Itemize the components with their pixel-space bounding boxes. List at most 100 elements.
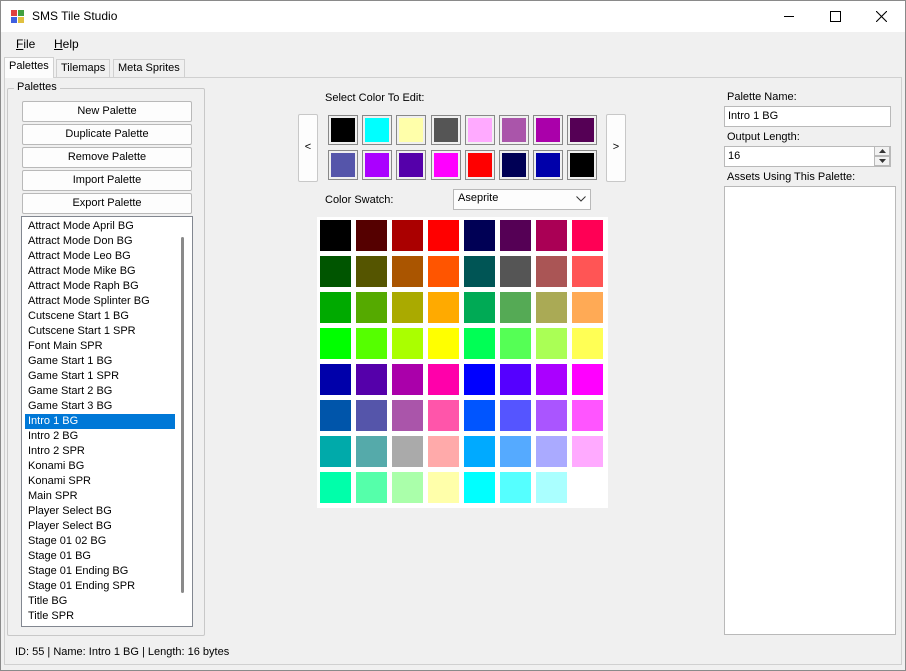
swatch-color-cell[interactable] bbox=[392, 220, 423, 251]
tab-tilemaps[interactable]: Tilemaps bbox=[56, 59, 111, 77]
edit-color-swatch[interactable] bbox=[567, 150, 598, 180]
swatch-color-cell[interactable] bbox=[464, 364, 495, 395]
swatch-color-cell[interactable] bbox=[392, 328, 423, 359]
edit-color-swatch[interactable] bbox=[430, 150, 461, 180]
title-bar[interactable]: SMS Tile Studio bbox=[1, 1, 905, 32]
swatch-color-cell[interactable] bbox=[392, 400, 423, 431]
remove-palette-button[interactable]: Remove Palette bbox=[22, 147, 192, 168]
swatch-color-cell[interactable] bbox=[500, 328, 531, 359]
swatch-color-cell[interactable] bbox=[428, 256, 459, 287]
swatch-color-cell[interactable] bbox=[428, 436, 459, 467]
palette-list-item[interactable]: Cutscene Start 1 SPR bbox=[25, 324, 175, 339]
swatch-color-cell[interactable] bbox=[572, 472, 603, 503]
edit-color-swatch[interactable] bbox=[430, 115, 461, 145]
swatch-color-cell[interactable] bbox=[320, 328, 351, 359]
edit-color-swatch[interactable] bbox=[499, 150, 529, 180]
palette-list-item[interactable]: Attract Mode April BG bbox=[25, 219, 175, 234]
swatch-color-cell[interactable] bbox=[500, 364, 531, 395]
palette-list-item[interactable]: Stage 01 Ending SPR bbox=[25, 579, 175, 594]
swatch-color-cell[interactable] bbox=[536, 472, 567, 503]
spin-up-button[interactable] bbox=[874, 146, 890, 156]
swatch-color-cell[interactable] bbox=[320, 472, 351, 503]
palette-list-item[interactable]: Konami BG bbox=[25, 459, 175, 474]
palette-list-item[interactable]: Main SPR bbox=[25, 489, 175, 504]
edit-color-swatch[interactable] bbox=[499, 115, 529, 145]
color-swatch-select[interactable]: Aseprite bbox=[453, 189, 591, 210]
tab-palettes[interactable]: Palettes bbox=[4, 57, 54, 78]
swatch-color-cell[interactable] bbox=[464, 436, 495, 467]
swatch-color-cell[interactable] bbox=[392, 256, 423, 287]
swatch-color-cell[interactable] bbox=[500, 292, 531, 323]
palette-list-item[interactable]: Attract Mode Mike BG bbox=[25, 264, 175, 279]
swatch-color-cell[interactable] bbox=[464, 220, 495, 251]
edit-color-swatch[interactable] bbox=[396, 115, 427, 145]
swatch-color-cell[interactable] bbox=[536, 256, 567, 287]
swatch-color-cell[interactable] bbox=[572, 292, 603, 323]
palette-list-item[interactable]: Cutscene Start 1 BG bbox=[25, 309, 175, 324]
palette-list-item[interactable]: Intro 1 BG bbox=[25, 414, 175, 429]
swatch-color-cell[interactable] bbox=[356, 436, 387, 467]
palette-list-item[interactable]: Intro 2 BG bbox=[25, 429, 175, 444]
swatch-color-cell[interactable] bbox=[428, 472, 459, 503]
import-palette-button[interactable]: Import Palette bbox=[22, 170, 192, 191]
swatch-color-cell[interactable] bbox=[464, 292, 495, 323]
edit-color-swatch[interactable] bbox=[362, 115, 393, 145]
menu-help[interactable]: Help bbox=[54, 37, 79, 51]
swatch-color-cell[interactable] bbox=[464, 256, 495, 287]
swatch-color-cell[interactable] bbox=[356, 256, 387, 287]
palette-list-item[interactable]: Stage 01 Ending BG bbox=[25, 564, 175, 579]
edit-color-swatch[interactable] bbox=[396, 150, 427, 180]
swatch-color-cell[interactable] bbox=[356, 292, 387, 323]
swatch-color-cell[interactable] bbox=[428, 400, 459, 431]
edit-color-swatch[interactable] bbox=[328, 115, 358, 145]
export-palette-button[interactable]: Export Palette bbox=[22, 193, 192, 214]
next-colors-button[interactable]: > bbox=[606, 114, 626, 182]
menu-file[interactable]: File bbox=[16, 37, 35, 51]
swatch-color-cell[interactable] bbox=[536, 400, 567, 431]
palette-list-item[interactable]: Game Start 1 SPR bbox=[25, 369, 175, 384]
palette-list-item[interactable]: Title BG bbox=[25, 594, 175, 609]
tab-meta-sprites[interactable]: Meta Sprites bbox=[113, 59, 185, 77]
minimize-button[interactable] bbox=[767, 1, 813, 32]
edit-color-swatch[interactable] bbox=[533, 150, 564, 180]
swatch-color-cell[interactable] bbox=[572, 436, 603, 467]
palette-list-item[interactable]: Player Select BG bbox=[25, 504, 175, 519]
palette-list-item[interactable]: Game Start 2 BG bbox=[25, 384, 175, 399]
edit-color-swatch[interactable] bbox=[464, 150, 495, 180]
swatch-color-cell[interactable] bbox=[464, 400, 495, 431]
swatch-color-cell[interactable] bbox=[320, 256, 351, 287]
swatch-color-cell[interactable] bbox=[392, 472, 423, 503]
palette-list-item[interactable]: Attract Mode Splinter BG bbox=[25, 294, 175, 309]
palette-list-item[interactable]: Title SPR bbox=[25, 609, 175, 624]
swatch-color-cell[interactable] bbox=[500, 220, 531, 251]
swatch-color-cell[interactable] bbox=[572, 220, 603, 251]
swatch-color-cell[interactable] bbox=[320, 220, 351, 251]
previous-colors-button[interactable]: < bbox=[298, 114, 318, 182]
edit-color-swatch[interactable] bbox=[567, 115, 598, 145]
duplicate-palette-button[interactable]: Duplicate Palette bbox=[22, 124, 192, 145]
palette-list-item[interactable]: Attract Mode Leo BG bbox=[25, 249, 175, 264]
swatch-color-cell[interactable] bbox=[572, 328, 603, 359]
swatch-color-cell[interactable] bbox=[500, 436, 531, 467]
palette-list-item[interactable]: Konami SPR bbox=[25, 474, 175, 489]
palette-name-input[interactable]: Intro 1 BG bbox=[724, 106, 891, 127]
swatch-color-cell[interactable] bbox=[428, 292, 459, 323]
palette-list-item[interactable]: Attract Mode Don BG bbox=[25, 234, 175, 249]
swatch-color-cell[interactable] bbox=[320, 292, 351, 323]
swatch-color-cell[interactable] bbox=[464, 328, 495, 359]
palette-list-item[interactable]: Intro 2 SPR bbox=[25, 444, 175, 459]
swatch-color-cell[interactable] bbox=[320, 364, 351, 395]
swatch-color-cell[interactable] bbox=[500, 400, 531, 431]
palette-list-item[interactable]: Font Main SPR bbox=[25, 339, 175, 354]
spin-down-button[interactable] bbox=[874, 156, 890, 166]
swatch-color-cell[interactable] bbox=[428, 328, 459, 359]
swatch-color-cell[interactable] bbox=[572, 364, 603, 395]
new-palette-button[interactable]: New Palette bbox=[22, 101, 192, 122]
swatch-color-cell[interactable] bbox=[428, 220, 459, 251]
edit-color-swatch[interactable] bbox=[328, 150, 358, 180]
swatch-color-cell[interactable] bbox=[428, 364, 459, 395]
swatch-color-cell[interactable] bbox=[356, 220, 387, 251]
swatch-color-cell[interactable] bbox=[572, 256, 603, 287]
swatch-color-cell[interactable] bbox=[356, 472, 387, 503]
swatch-color-cell[interactable] bbox=[356, 328, 387, 359]
